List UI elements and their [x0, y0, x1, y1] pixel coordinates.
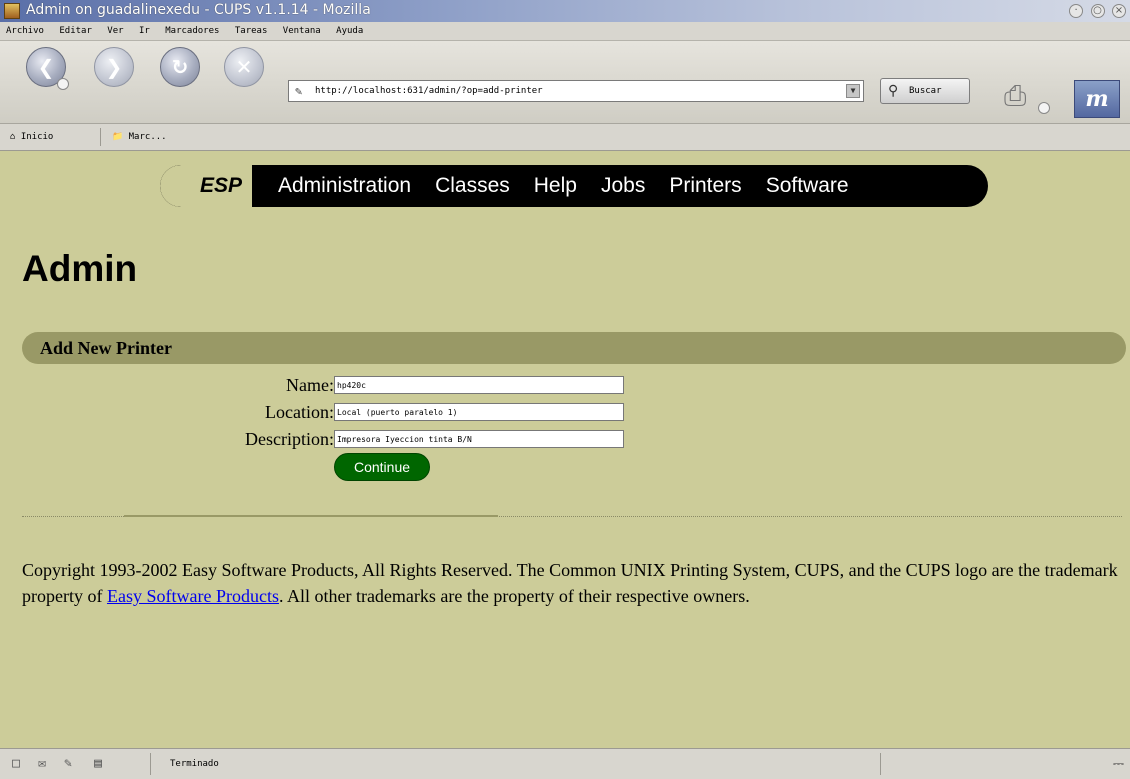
menu-editar[interactable]: Editar [59, 22, 92, 40]
location-row: Location: [0, 402, 334, 422]
section-header: Add New Printer [22, 332, 1126, 364]
name-label: Name: [286, 375, 334, 395]
menu-tareas[interactable]: Tareas [235, 22, 268, 40]
printer-description-input[interactable] [334, 430, 624, 448]
menu-ir[interactable]: Ir [139, 22, 150, 40]
printer-icon: ⎙ [1004, 79, 1027, 112]
printer-name-input[interactable] [334, 376, 624, 394]
address-book-icon[interactable]: ▤ [90, 757, 106, 771]
page-proxy-icon[interactable]: ✎ [295, 84, 302, 98]
window-controls: · ○ × [1066, 3, 1126, 19]
menu-ver[interactable]: Ver [107, 22, 123, 40]
back-arrow-icon: ❮ [37, 55, 55, 79]
description-label: Description: [245, 429, 334, 449]
home-icon: ⌂ [10, 132, 16, 142]
print-button[interactable]: ⎙ [1004, 78, 1050, 114]
reload-button[interactable]: ↻ [160, 47, 200, 87]
nav-administration[interactable]: Administration [278, 174, 411, 197]
search-button-label: Buscar [909, 86, 942, 96]
status-bar: □ ✉ ✎ ▤ Terminado ⎓ [0, 748, 1130, 779]
window-title: Admin on guadalinexedu - CUPS v1.1.14 - … [26, 2, 371, 18]
navigator-icon[interactable]: □ [8, 757, 24, 771]
back-button[interactable]: ❮ [26, 47, 69, 90]
print-dropdown-icon[interactable] [1038, 102, 1050, 114]
location-label: Location: [265, 402, 334, 422]
page-title: Admin [22, 248, 138, 289]
toolbar-separator [100, 128, 101, 146]
address-input[interactable]: ✎ http://localhost:631/admin/?op=add-pri… [288, 80, 864, 102]
online-status-icon[interactable]: ⎓ [1113, 756, 1124, 772]
esp-logo[interactable]: ESP [160, 165, 252, 207]
easy-software-link[interactable]: Easy Software Products [107, 586, 279, 606]
stop-icon: ✕ [235, 55, 253, 79]
page-content: ESP Administration Classes Help Jobs Printer… [0, 151, 1130, 748]
window-titlebar: Admin on guadalinexedu - CUPS v1.1.14 - … [0, 0, 1130, 22]
folder-icon: 📁 [112, 132, 124, 142]
printer-location-input[interactable] [334, 403, 624, 421]
horizontal-rule-accent [124, 515, 498, 517]
bookmark-folder[interactable]: 📁 Marc... [112, 129, 167, 145]
back-dropdown-icon[interactable] [57, 78, 69, 90]
copyright-after: . All other trademarks are the property … [278, 586, 750, 606]
menu-ventana[interactable]: Ventana [283, 22, 321, 40]
menu-ayuda[interactable]: Ayuda [336, 22, 363, 40]
nav-jobs[interactable]: Jobs [601, 174, 645, 197]
minimize-icon[interactable]: · [1069, 4, 1084, 18]
search-icon: ⚲ [888, 83, 899, 99]
statusbar-separator [150, 753, 151, 775]
reload-icon: ↻ [171, 55, 189, 79]
menu-bar: Archivo Editar Ver Ir Marcadores Tareas … [0, 22, 1130, 41]
mozilla-app-icon [4, 3, 20, 19]
nav-classes[interactable]: Classes [435, 174, 510, 197]
statusbar-separator [880, 753, 881, 775]
nav-help[interactable]: Help [534, 174, 577, 197]
mail-icon[interactable]: ✉ [34, 757, 50, 771]
close-window-icon[interactable]: × [1112, 4, 1126, 18]
top-nav-links: Administration Classes Help Jobs Printers Sof… [278, 165, 873, 207]
forward-arrow-icon: ❯ [105, 55, 123, 79]
cups-top-navigation: ESP Administration Classes Help Jobs Printer… [160, 165, 988, 207]
composer-icon[interactable]: ✎ [60, 757, 76, 771]
nav-software[interactable]: Software [766, 174, 849, 197]
description-row: Description: [0, 429, 334, 449]
continue-button[interactable]: Continue [334, 453, 430, 481]
search-button[interactable]: ⚲ Buscar [880, 78, 970, 104]
menu-marcadores[interactable]: Marcadores [165, 22, 219, 40]
bookmark-home[interactable]: ⌂ Inicio [10, 129, 53, 145]
stop-button[interactable]: ✕ [224, 47, 264, 87]
url-text: http://localhost:631/admin/?op=add-print… [315, 86, 543, 96]
forward-button[interactable]: ❯ [94, 47, 134, 87]
nav-printers[interactable]: Printers [669, 174, 741, 197]
menu-archivo[interactable]: Archivo [6, 22, 44, 40]
name-row: Name: [0, 375, 334, 395]
personal-toolbar: ⌂ Inicio 📁 Marc... [0, 124, 1130, 151]
copyright-text: Copyright 1993-2002 Easy Software Produc… [22, 557, 1122, 609]
maximize-icon[interactable]: ○ [1090, 4, 1105, 18]
mozilla-throbber-logo[interactable]: m [1074, 80, 1120, 118]
url-history-dropdown-icon[interactable]: ▼ [846, 84, 860, 98]
status-text: Terminado [170, 759, 219, 769]
home-label: Inicio [20, 132, 54, 142]
bookmark-folder-label: Marc... [128, 132, 167, 142]
